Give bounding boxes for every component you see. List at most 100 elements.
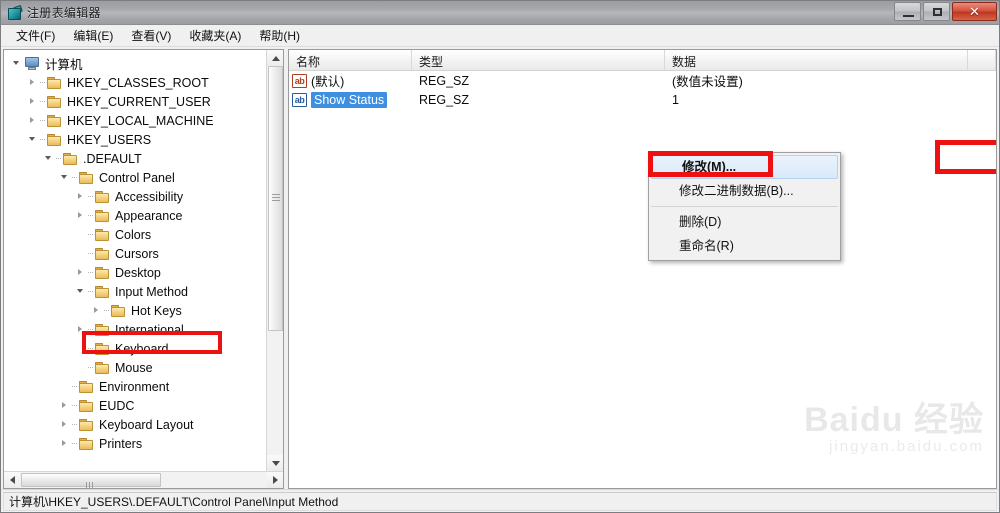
minimize-button[interactable] bbox=[894, 2, 921, 21]
tree-item-[interactable]: 计算机 bbox=[4, 54, 266, 73]
tree-item-label: 计算机 bbox=[45, 58, 83, 72]
tree-expand-icon[interactable] bbox=[26, 111, 40, 130]
menu-view[interactable]: 查看(V) bbox=[122, 25, 180, 47]
context-menu-item-modify[interactable]: 修改(M)... bbox=[651, 155, 838, 179]
tree-item-eudc[interactable]: EUDC bbox=[4, 396, 266, 415]
value-data-label: 1 bbox=[672, 92, 679, 107]
folder-icon bbox=[46, 133, 63, 147]
maximize-icon bbox=[933, 8, 942, 16]
tree-expand-icon[interactable] bbox=[58, 415, 72, 434]
tree-item-label: Control Panel bbox=[99, 170, 175, 185]
tree-expand-icon[interactable] bbox=[74, 263, 88, 282]
value-name-cell[interactable]: ab (默认) bbox=[289, 71, 412, 90]
tree-collapse-icon[interactable] bbox=[10, 54, 24, 73]
tree-item-accessibility[interactable]: Accessibility bbox=[4, 187, 266, 206]
registry-values-pane[interactable]: 名称 类型 数据 ab (默认) REG_SZ (数值未设置) ab Show Statu… bbox=[288, 49, 997, 489]
tree-item-label: Cursors bbox=[115, 246, 159, 261]
context-menu-item-modify-binary[interactable]: 修改二进制数据(B)... bbox=[649, 179, 840, 203]
tree-expand-icon[interactable] bbox=[26, 73, 40, 92]
tree-expand-icon[interactable] bbox=[90, 301, 104, 320]
close-button[interactable]: ✕ bbox=[952, 2, 997, 21]
context-menu-item-rename[interactable]: 重命名(R) bbox=[649, 234, 840, 258]
close-icon: ✕ bbox=[969, 4, 980, 19]
tree-item-default[interactable]: .DEFAULT bbox=[4, 149, 266, 168]
folder-icon bbox=[94, 228, 111, 242]
scroll-up-icon[interactable] bbox=[267, 50, 283, 66]
column-header-type[interactable]: 类型 bbox=[412, 50, 665, 70]
tree-item-desktop[interactable]: Desktop bbox=[4, 263, 266, 282]
tree-expand-icon[interactable] bbox=[74, 187, 88, 206]
tree-item-cursors[interactable]: Cursors bbox=[4, 244, 266, 263]
maximize-button[interactable] bbox=[923, 2, 950, 21]
tree-item-hot-keys[interactable]: Hot Keys bbox=[4, 301, 266, 320]
context-menu[interactable]: 修改(M)... 修改二进制数据(B)... 删除(D) 重命名(R) bbox=[648, 152, 841, 261]
column-header-data[interactable]: 数据 bbox=[665, 50, 968, 70]
tree-item-hkey-classes-root[interactable]: HKEY_CLASSES_ROOT bbox=[4, 73, 266, 92]
tree-item-international[interactable]: International bbox=[4, 320, 266, 339]
registry-tree-pane[interactable]: 计算机 HKEY_CLASSES_ROOT HKEY_CURRENT_USER HKE… bbox=[3, 49, 284, 489]
string-value-icon: ab bbox=[292, 73, 307, 88]
title-bar[interactable]: 注册表编辑器 ✕ bbox=[1, 1, 999, 25]
tree-item-environment[interactable]: Environment bbox=[4, 377, 266, 396]
tree-item-label: Hot Keys bbox=[131, 303, 182, 318]
tree-hscroll-thumb[interactable] bbox=[21, 473, 161, 488]
watermark-sub: jingyan.baidu.com bbox=[829, 438, 984, 455]
tree-collapse-icon[interactable] bbox=[42, 149, 56, 168]
scroll-down-icon[interactable] bbox=[267, 455, 283, 471]
menu-favorites[interactable]: 收藏夹(A) bbox=[180, 25, 250, 47]
tree-item-keyboard[interactable]: Keyboard bbox=[4, 339, 266, 358]
tree-expand-icon[interactable] bbox=[58, 434, 72, 453]
scroll-right-icon[interactable] bbox=[267, 472, 283, 488]
tree-collapse-icon[interactable] bbox=[26, 130, 40, 149]
tree-expand-icon[interactable] bbox=[26, 92, 40, 111]
annotation-box-data-value bbox=[935, 140, 996, 174]
folder-icon bbox=[46, 95, 63, 109]
tree-item-label: Desktop bbox=[115, 265, 161, 280]
menu-file[interactable]: 文件(F) bbox=[7, 25, 64, 47]
tree-item-keyboard-layout[interactable]: Keyboard Layout bbox=[4, 415, 266, 434]
tree-item-label: Appearance bbox=[115, 208, 183, 223]
tree-expand-icon[interactable] bbox=[58, 396, 72, 415]
tree-item-appearance[interactable]: Appearance bbox=[4, 206, 266, 225]
menu-help[interactable]: 帮助(H) bbox=[250, 25, 309, 47]
tree-vscroll-thumb[interactable] bbox=[268, 66, 283, 331]
value-name-label: (默认) bbox=[311, 75, 345, 89]
tree-item-input-method[interactable]: Input Method bbox=[4, 282, 266, 301]
tree-expand-icon[interactable] bbox=[74, 206, 88, 225]
folder-icon bbox=[94, 323, 111, 337]
watermark-main: Baidu 经验 bbox=[804, 401, 984, 439]
value-row[interactable]: ab (默认) REG_SZ (数值未设置) bbox=[289, 71, 996, 90]
tree-item-hkey-local-machine[interactable]: HKEY_LOCAL_MACHINE bbox=[4, 111, 266, 130]
tree-item-hkey-users[interactable]: HKEY_USERS bbox=[4, 130, 266, 149]
tree-item-mouse[interactable]: Mouse bbox=[4, 358, 266, 377]
tree-vertical-scrollbar[interactable] bbox=[266, 50, 283, 471]
tree-item-label: HKEY_LOCAL_MACHINE bbox=[67, 113, 214, 128]
tree-item-label: International bbox=[115, 322, 184, 337]
tree-item-control-panel[interactable]: Control Panel bbox=[4, 168, 266, 187]
tree-item-colors[interactable]: Colors bbox=[4, 225, 266, 244]
tree-collapse-icon[interactable] bbox=[74, 282, 88, 301]
tree-toggle-placeholder bbox=[74, 339, 88, 358]
tree-collapse-icon[interactable] bbox=[58, 168, 72, 187]
tree-item-printers[interactable]: Printers bbox=[4, 434, 266, 453]
tree-item-hkey-current-user[interactable]: HKEY_CURRENT_USER bbox=[4, 92, 266, 111]
value-data-cell: 1 bbox=[665, 93, 968, 107]
value-name-cell[interactable]: ab Show Status bbox=[289, 91, 412, 108]
tree-item-label: Keyboard Layout bbox=[99, 417, 194, 432]
folder-icon bbox=[94, 285, 111, 299]
context-menu-item-delete[interactable]: 删除(D) bbox=[649, 210, 840, 234]
scroll-left-icon[interactable] bbox=[4, 472, 20, 488]
tree-horizontal-scrollbar[interactable] bbox=[4, 471, 283, 488]
tree-expand-icon[interactable] bbox=[74, 320, 88, 339]
column-header-name[interactable]: 名称 bbox=[289, 50, 412, 70]
tree-item-label: Keyboard bbox=[115, 341, 169, 356]
menu-edit[interactable]: 编辑(E) bbox=[64, 25, 122, 47]
tree-item-label: Printers bbox=[99, 436, 143, 451]
folder-icon bbox=[94, 266, 111, 280]
value-row[interactable]: ab Show Status REG_SZ 1 bbox=[289, 90, 996, 109]
